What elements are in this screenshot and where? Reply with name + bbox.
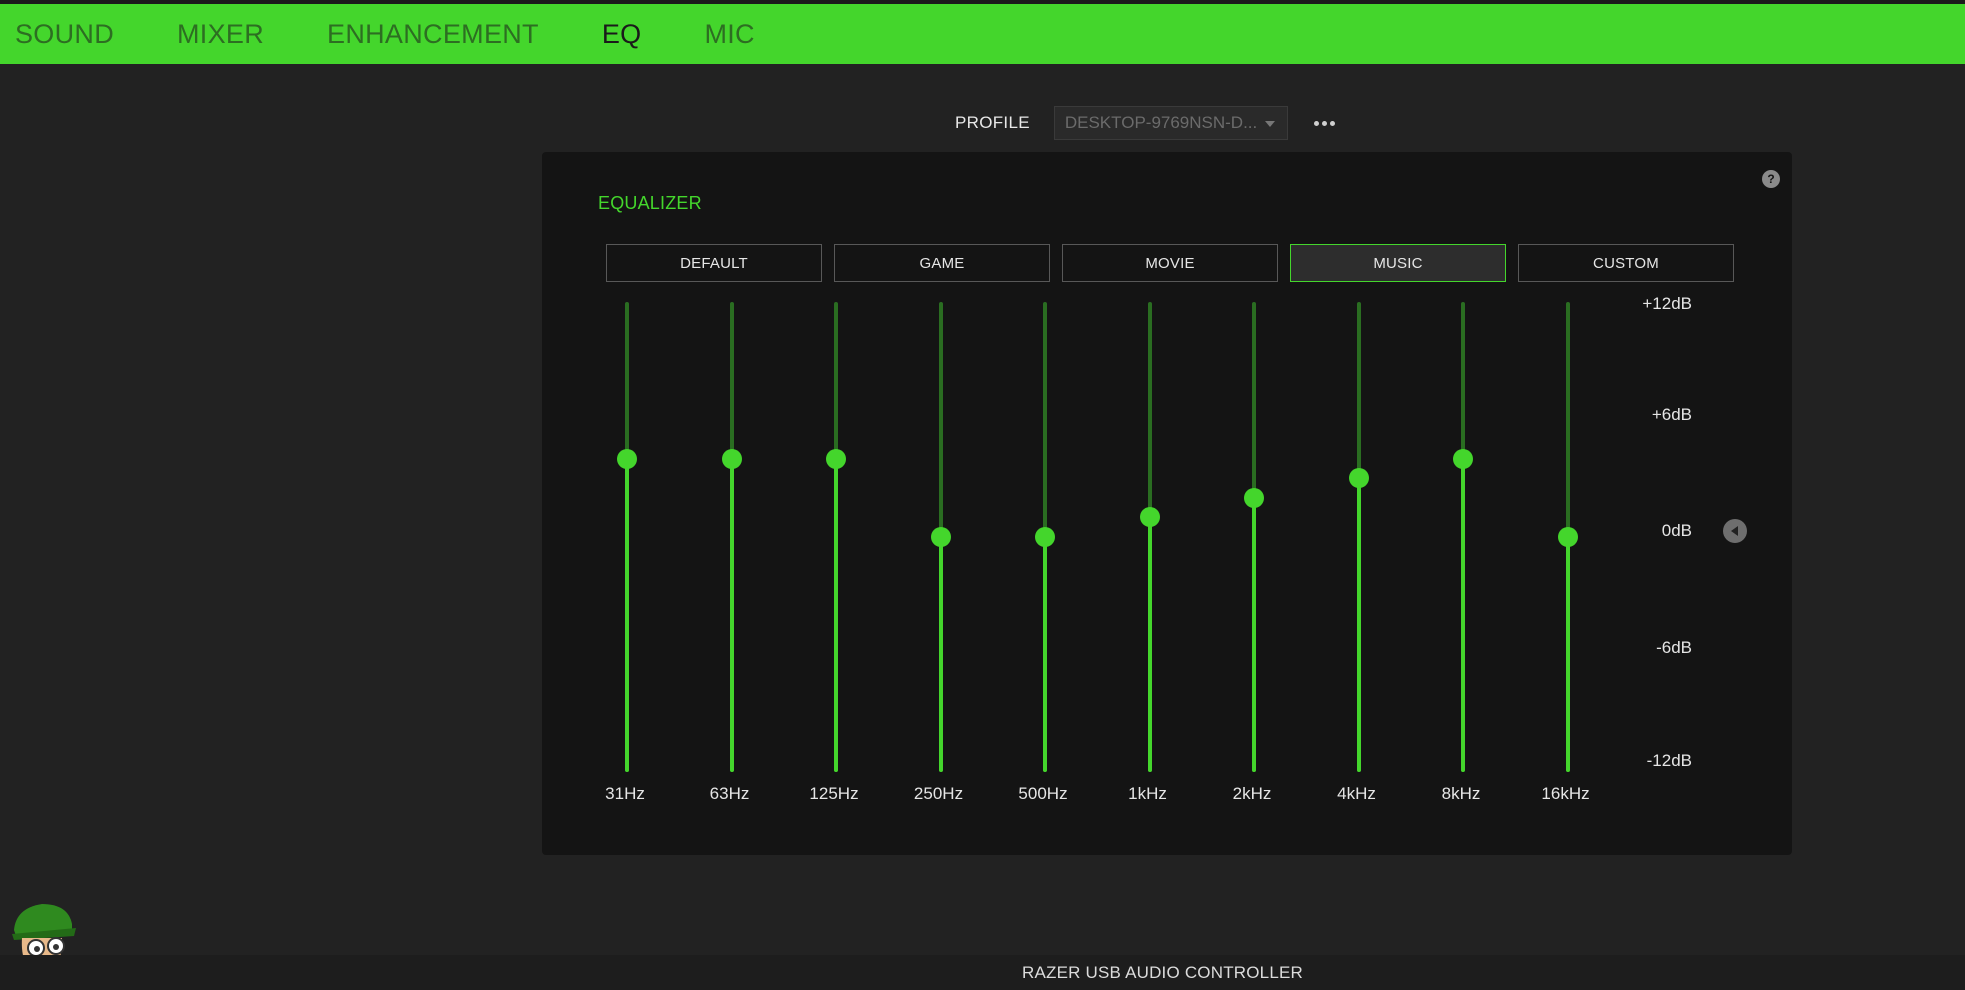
band-frequency-label: 1kHz bbox=[1128, 784, 1167, 803]
eq-band-slider[interactable] bbox=[607, 302, 647, 772]
eq-band-slider[interactable] bbox=[1130, 302, 1170, 772]
band-frequency-label: 31Hz bbox=[605, 784, 645, 803]
slider-fill bbox=[1565, 537, 1570, 772]
profile-select-value: DESKTOP-9769NSN-D... bbox=[1064, 113, 1258, 132]
slider-thumb[interactable] bbox=[1244, 487, 1264, 508]
slider-thumb[interactable] bbox=[617, 448, 637, 469]
slider-thumb[interactable] bbox=[1348, 468, 1369, 489]
collapse-panel-button[interactable] bbox=[1723, 519, 1747, 543]
db-label-plus6: +6dB bbox=[1651, 405, 1692, 424]
band-frequency-label: 500Hz bbox=[1018, 784, 1068, 803]
slider-thumb[interactable] bbox=[1453, 448, 1473, 469]
band-frequency-label: 125Hz bbox=[809, 784, 859, 803]
profile-row: PROFILE DESKTOP-9769NSN-D... bbox=[955, 106, 1337, 140]
slider-fill bbox=[834, 458, 838, 772]
caret-left-icon bbox=[1730, 526, 1738, 536]
eq-band-slider[interactable] bbox=[816, 302, 856, 772]
slider-fill bbox=[729, 458, 734, 772]
eq-band-slider[interactable] bbox=[712, 302, 752, 772]
slider-fill bbox=[1461, 458, 1465, 772]
db-label-minus6: -6dB bbox=[1656, 638, 1692, 657]
eq-band-slider[interactable] bbox=[921, 302, 961, 772]
more-dots-icon bbox=[1313, 120, 1319, 126]
tab-enhancement[interactable]: ENHANCEMENT bbox=[327, 4, 539, 64]
tab-mixer[interactable]: MIXER bbox=[177, 4, 264, 64]
slider-fill bbox=[938, 537, 943, 772]
slider-fill bbox=[1252, 497, 1256, 772]
chevron-down-icon bbox=[1264, 121, 1275, 127]
equalizer-panel: ? EQUALIZER DEFAULT GAME MOVIE MUSIC CUS… bbox=[542, 152, 1792, 855]
footer-bar: RAZER USB AUDIO CONTROLLER bbox=[0, 955, 1965, 990]
slider-fill bbox=[1147, 517, 1152, 772]
band-frequency-label: 16kHz bbox=[1541, 784, 1590, 803]
band-frequency-label: 63Hz bbox=[709, 784, 750, 803]
slider-thumb[interactable] bbox=[826, 448, 846, 469]
eq-band-slider[interactable] bbox=[1234, 302, 1274, 772]
band-frequency-label: 250Hz bbox=[913, 784, 964, 803]
device-name: RAZER USB AUDIO CONTROLLER bbox=[1021, 962, 1304, 982]
eq-band-slider[interactable] bbox=[1443, 302, 1483, 772]
tab-sound[interactable]: SOUND bbox=[15, 4, 114, 64]
db-label-zero: 0dB bbox=[1661, 521, 1692, 540]
eq-band-slider[interactable] bbox=[1548, 302, 1588, 772]
more-dots-icon bbox=[1329, 120, 1335, 126]
tab-bar: SOUND MIXER ENHANCEMENT EQ MIC bbox=[0, 4, 1965, 64]
eq-bands: 31Hz 63Hz 125Hz 250Hz 500Hz 1kHz 2kHz 4kHz 8kHz 1… bbox=[542, 152, 1792, 855]
more-dots-icon bbox=[1321, 120, 1327, 126]
slider-thumb[interactable] bbox=[1139, 507, 1160, 528]
band-frequency-label: 4kHz bbox=[1337, 784, 1376, 803]
band-frequency-label: 8kHz bbox=[1441, 784, 1481, 803]
slider-thumb[interactable] bbox=[1035, 527, 1055, 547]
db-label-plus12: +12dB bbox=[1642, 294, 1692, 313]
tab-eq[interactable]: EQ bbox=[602, 4, 642, 64]
slider-fill bbox=[1043, 537, 1047, 772]
slider-thumb[interactable] bbox=[721, 448, 742, 469]
more-options-button[interactable] bbox=[1312, 115, 1337, 132]
band-frequency-label: 2kHz bbox=[1232, 784, 1272, 803]
tab-mic[interactable]: MIC bbox=[704, 4, 754, 64]
slider-fill bbox=[625, 458, 629, 772]
profile-select[interactable]: DESKTOP-9769NSN-D... bbox=[1053, 106, 1288, 140]
slider-fill bbox=[1356, 478, 1361, 772]
profile-label: PROFILE bbox=[955, 113, 1030, 132]
eq-band-slider[interactable] bbox=[1025, 302, 1065, 772]
eq-band-slider[interactable] bbox=[1339, 302, 1379, 772]
slider-thumb[interactable] bbox=[1557, 527, 1578, 547]
db-label-minus12: -12dB bbox=[1646, 751, 1692, 770]
slider-thumb[interactable] bbox=[930, 527, 951, 547]
